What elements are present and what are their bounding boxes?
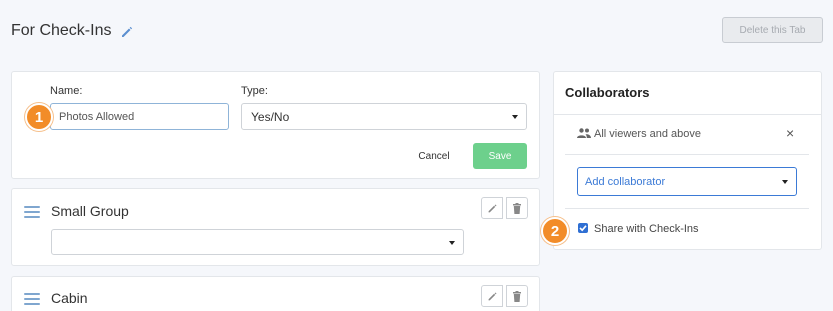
type-select-value: Yes/No	[251, 109, 290, 124]
field-card-cabin	[11, 276, 540, 311]
divider	[565, 208, 809, 209]
divider	[553, 114, 822, 115]
save-button[interactable]: Save	[473, 143, 527, 169]
drag-handle-icon[interactable]	[24, 293, 40, 305]
trash-icon	[513, 202, 521, 214]
delete-field-button[interactable]	[506, 197, 528, 219]
divider	[565, 154, 809, 155]
cancel-button[interactable]: Cancel	[410, 146, 458, 166]
type-select[interactable]: Yes/No	[241, 103, 527, 130]
close-icon[interactable]: ×	[786, 126, 794, 140]
step-badge: 2	[541, 217, 569, 245]
pencil-icon[interactable]	[120, 25, 134, 39]
chevron-down-icon	[512, 115, 518, 119]
share-checkbox-label[interactable]: Share with Check-Ins	[594, 223, 699, 235]
step-badge: 1	[25, 103, 53, 131]
type-label: Type:	[241, 85, 268, 97]
delete-tab-button[interactable]: Delete this Tab	[722, 17, 823, 43]
people-icon	[577, 128, 591, 138]
add-collaborator-select[interactable]: Add collaborator	[577, 167, 797, 196]
collaborators-title: Collaborators	[565, 85, 650, 100]
trash-icon	[513, 290, 521, 302]
viewers-permission-label: All viewers and above	[594, 128, 702, 140]
chevron-down-icon	[449, 241, 455, 245]
page-title: For Check-Ins	[11, 22, 112, 39]
pencil-icon	[488, 291, 497, 300]
edit-field-button[interactable]	[481, 285, 503, 307]
field-title: Small Group	[51, 203, 129, 219]
name-input[interactable]	[50, 103, 229, 130]
add-collaborator-placeholder: Add collaborator	[585, 175, 666, 188]
field-title: Cabin	[51, 290, 88, 306]
delete-field-button[interactable]	[506, 285, 528, 307]
check-icon	[579, 225, 587, 232]
chevron-down-icon	[782, 180, 788, 184]
name-label: Name:	[50, 85, 83, 97]
share-checkbox[interactable]	[578, 223, 588, 233]
small-group-select[interactable]	[51, 229, 464, 255]
drag-handle-icon[interactable]	[24, 206, 40, 218]
pencil-icon	[488, 203, 497, 212]
edit-field-button[interactable]	[481, 197, 503, 219]
